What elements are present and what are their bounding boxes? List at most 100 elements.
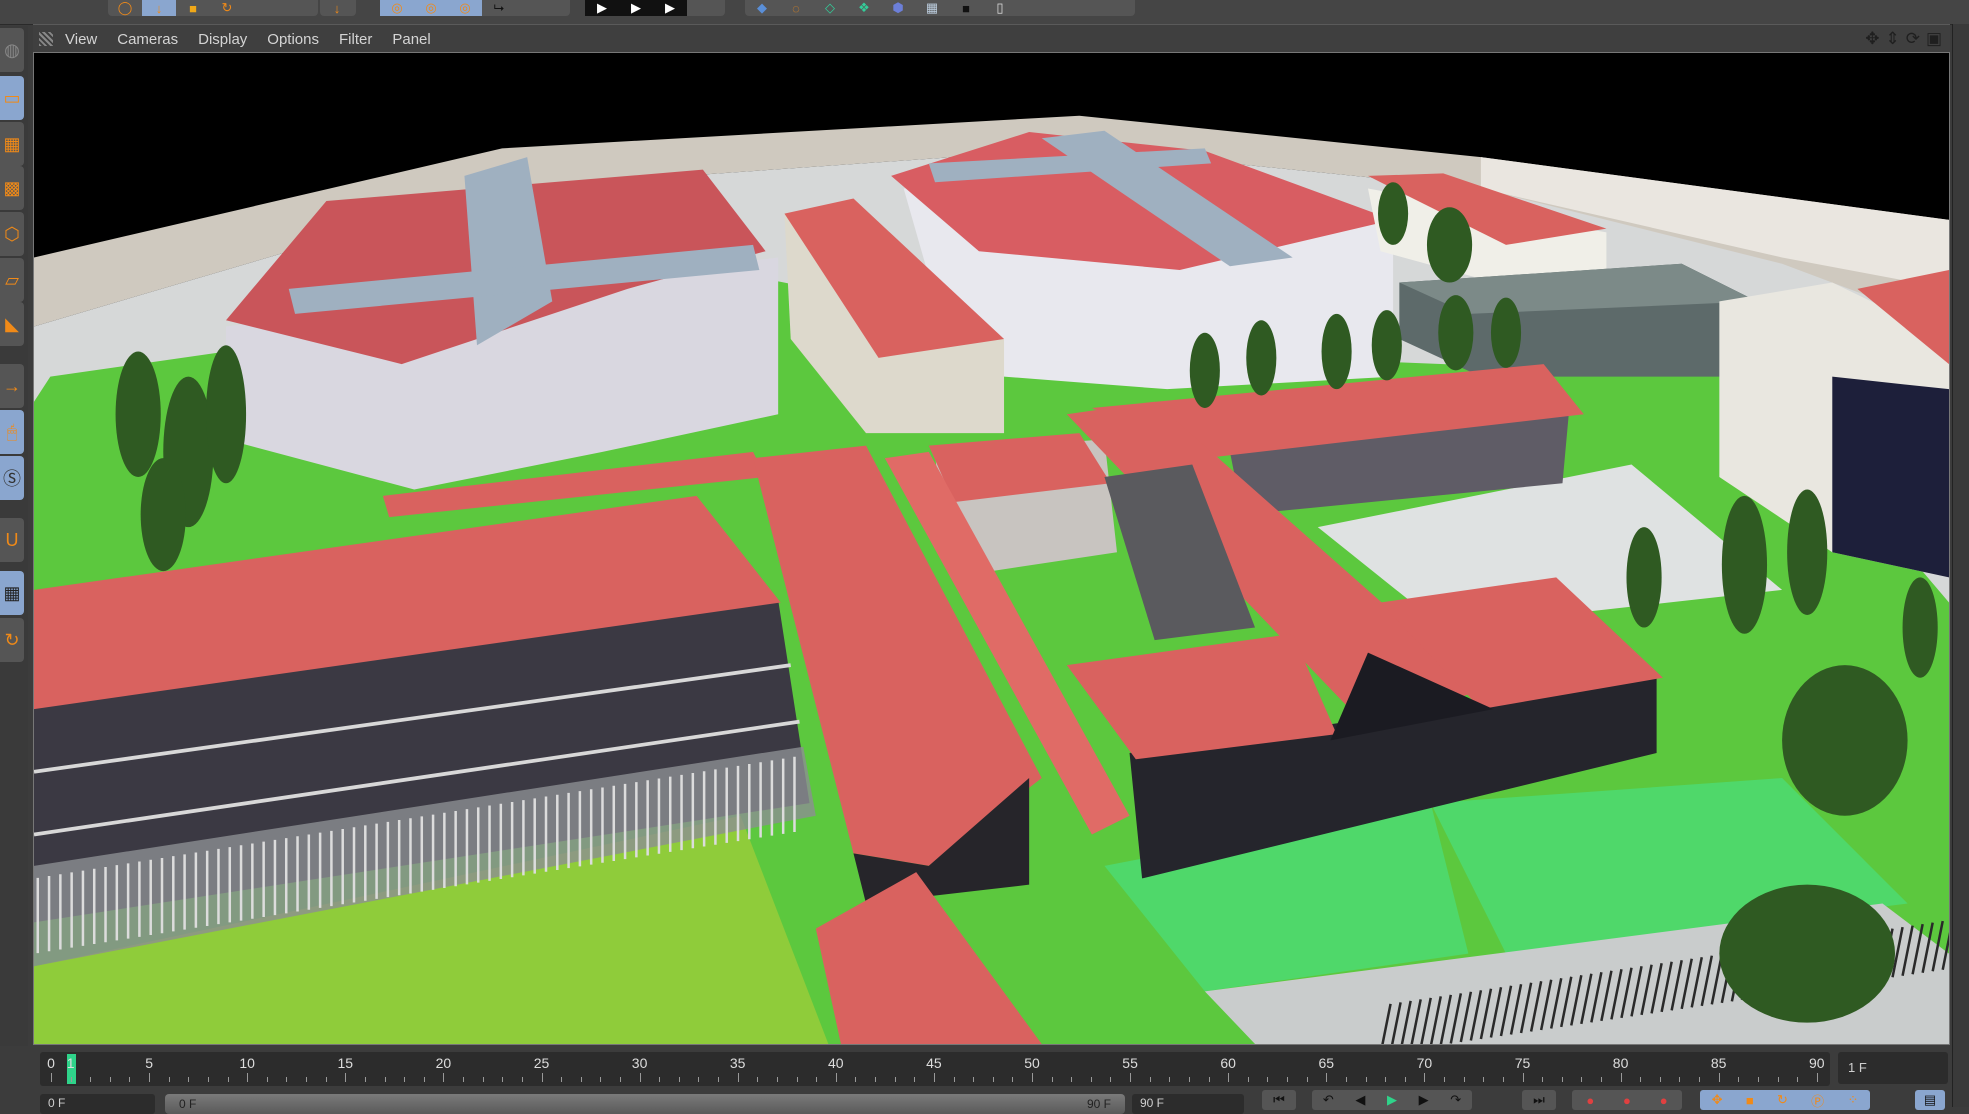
toolbar-group-axis: ◎ ◎ ◎ ⮡ xyxy=(380,0,570,16)
workplane-lock-icon[interactable]: ▦ xyxy=(0,571,24,615)
timeline-tick xyxy=(463,1077,465,1082)
panel-grip-icon[interactable] xyxy=(39,32,53,46)
workplane-align-icon[interactable]: ↻ xyxy=(0,618,24,662)
record-icon[interactable]: ● xyxy=(1586,1093,1594,1108)
timeline-tick xyxy=(1542,1077,1544,1082)
timeline-tick xyxy=(345,1073,347,1082)
timeline-tick xyxy=(1757,1077,1759,1082)
next-key-icon[interactable]: ↷ xyxy=(1450,1092,1461,1108)
last-tool-icon[interactable]: ↓ xyxy=(320,0,354,16)
deformer-icon[interactable]: ⬢ xyxy=(881,0,915,16)
timeline-tick xyxy=(1620,1073,1622,1082)
timeline-label: 45 xyxy=(926,1055,942,1071)
timeline-tick xyxy=(1483,1077,1485,1082)
floor-icon[interactable]: ▦ xyxy=(915,0,949,16)
cloner-icon[interactable]: ❖ xyxy=(847,0,881,16)
solo-icon[interactable]: Ⓢ xyxy=(0,456,24,500)
keyframe-selection-icon[interactable]: ● xyxy=(1660,1093,1668,1108)
key-point-icon[interactable]: ⁘ xyxy=(1847,1092,1858,1108)
polygons-mode-icon[interactable]: ◣ xyxy=(0,302,24,346)
menu-options[interactable]: Options xyxy=(267,31,319,48)
autokey-icon[interactable]: ● xyxy=(1623,1093,1631,1108)
move-tool-icon[interactable]: ↓ xyxy=(142,0,176,16)
key-rotation-icon[interactable]: ↻ xyxy=(1777,1092,1788,1108)
z-axis-icon[interactable]: ◎ xyxy=(448,0,482,16)
globe-icon[interactable]: ◍ xyxy=(0,28,24,72)
timeline-tick xyxy=(70,1077,72,1082)
3d-viewport[interactable] xyxy=(33,52,1954,1055)
playback-controls: ↶ ◀ ▶ ▶ ↷ xyxy=(1312,1090,1472,1110)
cube-icon[interactable]: ◆ xyxy=(745,0,779,16)
axis-mode-icon[interactable]: → xyxy=(0,364,24,408)
timeline-tick xyxy=(502,1077,504,1082)
viewport-menu-bar: View Cameras Display Options Filter Pane… xyxy=(33,24,1950,53)
spline-pen-icon[interactable]: ◌ xyxy=(779,0,813,16)
rotate-icon[interactable]: ⟳ xyxy=(1906,29,1920,49)
timeline-tick xyxy=(718,1077,720,1082)
current-frame-field[interactable]: 1 F xyxy=(1838,1052,1948,1084)
key-position-icon[interactable]: ✥ xyxy=(1712,1092,1723,1108)
right-panel-edge xyxy=(1952,24,1969,1107)
timeline-tick xyxy=(1267,1077,1269,1082)
menu-panel[interactable]: Panel xyxy=(392,31,430,48)
render-picture-viewer-icon[interactable]: ▶ xyxy=(619,0,653,16)
go-to-start-icon[interactable]: ⏮ xyxy=(1262,1090,1296,1110)
rotate-tool-icon[interactable]: ↻ xyxy=(210,0,244,16)
min-frame-field[interactable]: 0 F xyxy=(40,1094,155,1114)
timeline-menu-icon[interactable]: ▤ xyxy=(1915,1090,1945,1110)
timeline-tick xyxy=(423,1077,425,1082)
camera-icon[interactable]: ■ xyxy=(949,0,983,16)
timeline-tick xyxy=(1738,1077,1740,1082)
timeline-tick xyxy=(1110,1077,1112,1082)
maximize-icon[interactable]: ▣ xyxy=(1926,29,1942,49)
snap-icon[interactable]: U xyxy=(0,518,24,562)
go-to-end-icon[interactable]: ⏭ xyxy=(1522,1090,1556,1110)
edges-mode-icon[interactable]: ▱ xyxy=(0,258,24,302)
record-controls: ● ● ● xyxy=(1572,1090,1682,1110)
scale-tool-icon[interactable]: ■ xyxy=(176,0,210,16)
key-scale-icon[interactable]: ■ xyxy=(1746,1093,1754,1108)
timeline-label: 80 xyxy=(1612,1055,1629,1071)
points-mode-icon[interactable]: ⬡ xyxy=(0,212,24,256)
max-frame-field[interactable]: 90 F xyxy=(1132,1094,1244,1114)
tweak-mode-icon[interactable]: 🖱 xyxy=(0,410,24,454)
x-axis-icon[interactable]: ◎ xyxy=(380,0,414,16)
y-axis-icon[interactable]: ◎ xyxy=(414,0,448,16)
next-frame-icon[interactable]: ▶ xyxy=(1419,1092,1429,1108)
timeline-label: 70 xyxy=(1416,1055,1433,1071)
timeline-tick xyxy=(1365,1077,1367,1082)
menu-view[interactable]: View xyxy=(65,31,97,48)
menu-display[interactable]: Display xyxy=(198,31,247,48)
menu-cameras[interactable]: Cameras xyxy=(117,31,178,48)
coordinate-system-icon[interactable]: ⮡ xyxy=(482,0,516,16)
timeline-label: 15 xyxy=(337,1055,354,1071)
timeline-tick xyxy=(1659,1077,1661,1082)
prev-frame-icon[interactable]: ◀ xyxy=(1355,1092,1365,1108)
frame-range-slider[interactable]: 0 F 90 F xyxy=(165,1094,1125,1114)
timeline-ruler[interactable]: 0 1 5 10 15 20 25 30 35 40 45 50 55 60 65 70 75 80 85 90 xyxy=(40,1052,1830,1086)
prev-key-icon[interactable]: ↶ xyxy=(1323,1092,1334,1108)
timeline-tick xyxy=(266,1077,268,1082)
texture-mode-icon[interactable]: ▦ xyxy=(0,122,24,166)
model-mode-icon[interactable]: ▭ xyxy=(0,76,24,120)
timeline-tick xyxy=(1561,1077,1563,1082)
menu-filter[interactable]: Filter xyxy=(339,31,372,48)
timeline-tick xyxy=(1032,1073,1033,1082)
workplane-icon[interactable]: ▩ xyxy=(0,166,24,210)
timeline-tick xyxy=(109,1077,111,1082)
timeline-tick xyxy=(1502,1077,1504,1082)
move-icon[interactable]: ✥ xyxy=(1865,29,1879,49)
subdivision-icon[interactable]: ◇ xyxy=(813,0,847,16)
timeline-tick xyxy=(600,1077,602,1082)
timeline-tick xyxy=(247,1073,249,1082)
light-icon[interactable]: ▯ xyxy=(983,0,1017,16)
render-view-icon[interactable]: ▶ xyxy=(585,0,619,16)
undo-icon[interactable]: ◯ xyxy=(108,0,142,16)
dolly-icon[interactable]: ⇕ xyxy=(1885,29,1899,49)
play-icon[interactable]: ▶ xyxy=(1387,1092,1397,1108)
timeline-tick xyxy=(168,1077,170,1082)
timeline-tick xyxy=(521,1077,523,1082)
timeline-tick xyxy=(855,1077,857,1082)
render-settings-icon[interactable]: ▶ xyxy=(653,0,687,16)
timeline-label: 10 xyxy=(239,1055,255,1071)
